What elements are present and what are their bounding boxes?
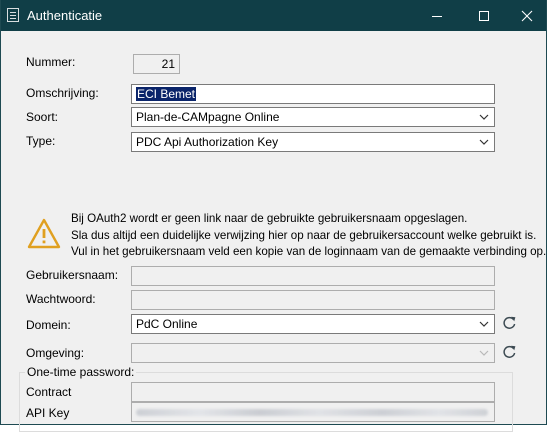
soort-select[interactable]: Plan-de-CAMpagne Online — [131, 107, 495, 127]
nummer-value: 21 — [161, 57, 175, 71]
nummer-label: Nummer: — [26, 55, 76, 69]
omgeving-select[interactable] — [131, 343, 495, 363]
nummer-field: 21 — [133, 54, 180, 74]
api-key-label: API Key — [26, 406, 70, 420]
type-value: PDC Api Authorization Key — [136, 135, 279, 149]
domein-value: PdC Online — [136, 317, 198, 331]
minimize-icon — [432, 15, 442, 17]
type-label: Type: — [26, 134, 56, 148]
api-key-obscured-value — [136, 409, 488, 416]
authenticatie-dialog: Authenticatie Nummer: 21 Omschrijving: E… — [0, 0, 547, 432]
minimize-button[interactable] — [417, 0, 457, 31]
oauth-warning-text: Bij OAuth2 wordt er geen link naar de ge… — [71, 211, 546, 261]
gebruikersnaam-input[interactable] — [131, 266, 495, 286]
close-icon — [521, 10, 533, 21]
title-bar[interactable]: Authenticatie — [1, 0, 546, 31]
domein-select[interactable]: PdC Online — [131, 314, 495, 334]
type-select[interactable]: PDC Api Authorization Key — [131, 132, 495, 152]
gebruikersnaam-label: Gebruikersnaam: — [26, 268, 119, 282]
window-title: Authenticatie — [27, 8, 103, 23]
refresh-omgeving-icon[interactable] — [501, 344, 517, 360]
contract-input[interactable] — [131, 382, 495, 402]
contract-label: Contract — [26, 385, 72, 399]
omschrijving-input[interactable]: ECI Bemet — [131, 84, 495, 104]
maximize-icon — [479, 10, 489, 21]
document-icon — [7, 8, 19, 22]
soort-value: Plan-de-CAMpagne Online — [136, 110, 280, 124]
soort-label: Soort: — [26, 110, 59, 124]
close-button[interactable] — [507, 0, 547, 31]
omschrijving-value: ECI Bemet — [136, 87, 197, 101]
chevron-down-icon — [479, 139, 489, 145]
refresh-domein-icon[interactable] — [501, 315, 517, 331]
warning-line-1: Bij OAuth2 wordt er geen link naar de ge… — [71, 212, 468, 225]
domein-label: Domein: — [26, 318, 71, 332]
maximize-button[interactable] — [464, 0, 504, 31]
wachtwoord-label: Wachtwoord: — [26, 292, 96, 306]
chevron-down-icon — [479, 321, 489, 327]
omgeving-label: Omgeving: — [26, 346, 85, 360]
warning-line-2: Sla dus altijd een duidelijke verwijzing… — [71, 228, 537, 242]
wachtwoord-input[interactable] — [131, 290, 495, 310]
warning-icon — [27, 218, 61, 249]
warning-line-3: Vul in het gebruikersnaam veld een kopie… — [71, 245, 547, 258]
chevron-down-icon — [479, 350, 489, 356]
otp-legend: One-time password: — [25, 365, 137, 379]
omschrijving-label: Omschrijving: — [26, 86, 99, 100]
api-key-input[interactable] — [131, 402, 495, 422]
chevron-down-icon — [479, 114, 489, 120]
